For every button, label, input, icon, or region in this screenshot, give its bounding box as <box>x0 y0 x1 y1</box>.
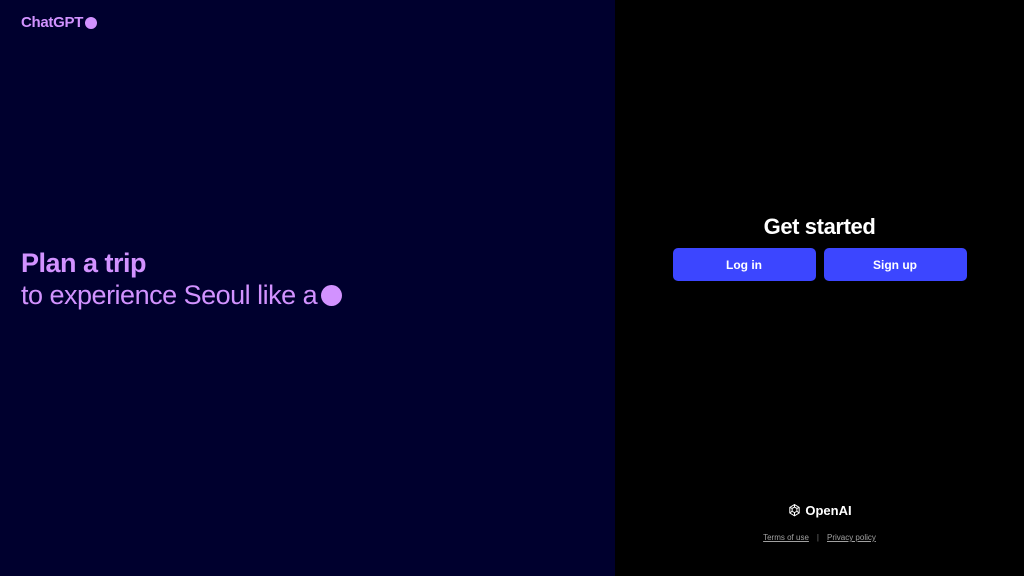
auth-buttons: Log in Sign up <box>672 248 967 281</box>
hero-subtitle-text: to experience Seoul like a <box>21 280 318 310</box>
hero-subtitle: to experience Seoul like a <box>21 279 343 311</box>
auth-title: Get started <box>763 214 876 239</box>
cursor-dot-icon <box>321 284 343 306</box>
login-button[interactable]: Log in <box>672 248 816 281</box>
footer: OpenAI Terms of use | Privacy policy <box>615 503 1024 542</box>
terms-link[interactable]: Terms of use <box>763 533 809 542</box>
hero-headline: Plan a trip to experience Seoul like a <box>21 247 343 311</box>
hero-panel: ChatGPT Plan a trip to experience Seoul … <box>0 0 615 576</box>
brand-logo: ChatGPT <box>21 14 98 31</box>
openai-logo: OpenAI <box>787 503 852 518</box>
brand-name: ChatGPT <box>21 14 84 31</box>
signup-button[interactable]: Sign up <box>823 248 967 281</box>
auth-section: Get started Log in Sign up <box>615 214 1024 281</box>
brand-dot-icon <box>85 16 98 29</box>
openai-logo-text: OpenAI <box>805 503 852 518</box>
hero-title: Plan a trip <box>21 248 147 278</box>
footer-separator: | <box>816 533 819 542</box>
auth-panel: Get started Log in Sign up OpenAI Terms … <box>615 0 1024 576</box>
privacy-link[interactable]: Privacy policy <box>827 533 876 542</box>
footer-links: Terms of use | Privacy policy <box>763 533 876 542</box>
page: ChatGPT Plan a trip to experience Seoul … <box>0 0 1024 576</box>
openai-knot-icon <box>789 504 801 517</box>
